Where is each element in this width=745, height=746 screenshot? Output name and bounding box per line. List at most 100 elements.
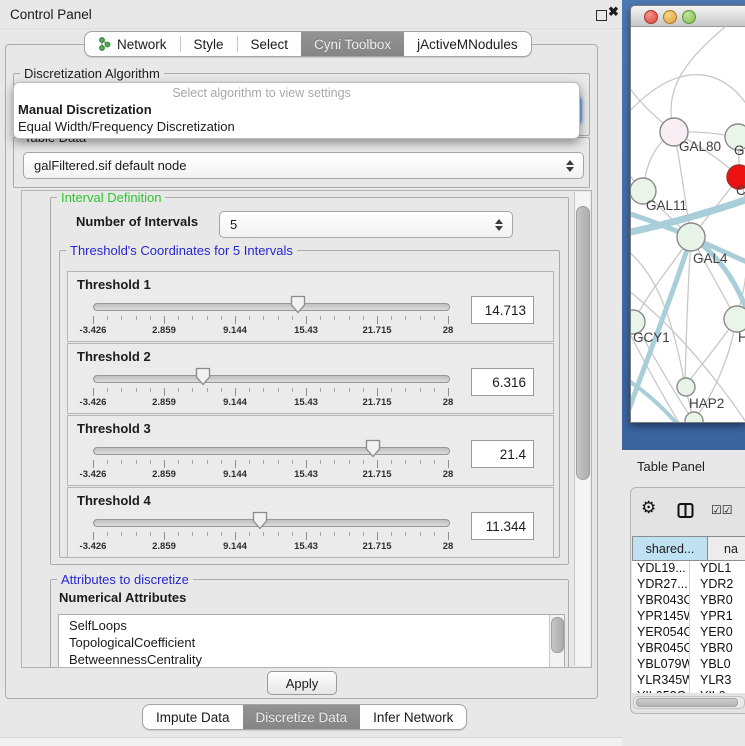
- settings-scrollbar-thumb[interactable]: [576, 206, 590, 480]
- network-node-label: HAP2: [689, 396, 724, 411]
- slider-thumb[interactable]: [290, 295, 306, 314]
- slider-tick: [164, 532, 165, 540]
- tab-jactivemnodules[interactable]: jActiveMNodules: [404, 32, 531, 56]
- slider-tick: [235, 388, 236, 396]
- network-node[interactable]: [685, 412, 703, 422]
- slider-track[interactable]: [93, 303, 450, 311]
- tick-label: 28: [443, 325, 454, 336]
- cell-name: YBR0: [690, 593, 745, 609]
- slider-track[interactable]: [93, 375, 450, 383]
- algorithm-option-manual[interactable]: Manual Discretization: [17, 102, 576, 118]
- tab-label: Impute Data: [156, 710, 230, 725]
- tab-infer-network[interactable]: Infer Network: [360, 705, 466, 729]
- tab-select[interactable]: Select: [238, 32, 302, 56]
- columns-icon[interactable]: [677, 502, 694, 524]
- zoom-traffic-light-icon[interactable]: [682, 10, 696, 24]
- slider-thumb[interactable]: [252, 511, 268, 530]
- table-scrollbar-thumb[interactable]: [636, 698, 738, 707]
- slider-tick: [420, 532, 421, 536]
- threshold-2-panel: Threshold 2-3.4262.8599.14415.4321.71528…: [67, 343, 554, 414]
- tick-label: 21.715: [362, 325, 391, 336]
- cell-name: YBR0: [690, 641, 745, 657]
- tick-label: 28: [443, 397, 454, 408]
- threshold-value-field[interactable]: 21.4: [471, 440, 534, 468]
- network-edge: [631, 75, 745, 121]
- network-edge: [634, 237, 691, 321]
- table-row[interactable]: YER054CYER0: [632, 625, 745, 641]
- table-row[interactable]: YIL052CYIL0: [632, 689, 745, 693]
- tab-label: Style: [194, 37, 224, 52]
- table-row[interactable]: YPR145WYPR1: [632, 609, 745, 625]
- slider-tick: [391, 388, 392, 392]
- threshold-value-field[interactable]: 11.344: [471, 512, 534, 540]
- tab-discretize-data[interactable]: Discretize Data: [243, 705, 361, 729]
- network-canvas[interactable]: GAL80GCGAL11GAL4GCY1HHAP2: [631, 26, 745, 422]
- tab-style[interactable]: Style: [181, 32, 237, 56]
- slider-tick: [221, 388, 222, 392]
- number-of-intervals-spinner[interactable]: 5: [219, 211, 513, 238]
- minimize-traffic-light-icon[interactable]: [663, 10, 677, 24]
- table-row[interactable]: YDR27...YDR2: [632, 577, 745, 593]
- attribute-list-item[interactable]: BetweennessCentrality: [59, 651, 550, 668]
- tab-cyni-toolbox[interactable]: Cyni Toolbox: [301, 32, 404, 56]
- slider-track[interactable]: [93, 519, 450, 527]
- slider-tick: [363, 460, 364, 464]
- spinner-stepper-icon[interactable]: [495, 219, 503, 231]
- table-data-combobox[interactable]: galFiltered.sif default node: [23, 152, 584, 179]
- slider-tick: [93, 532, 94, 540]
- network-node-label: GAL4: [693, 251, 728, 266]
- slider-tick: [207, 316, 208, 320]
- table-row[interactable]: YBR045CYBR0: [632, 641, 745, 657]
- float-window-icon[interactable]: [596, 10, 607, 21]
- algorithm-option-equal-width[interactable]: Equal Width/Frequency Discretization: [17, 119, 576, 135]
- table-row[interactable]: YDL19...YDL1: [632, 561, 745, 577]
- bottom-tab-bar: Impute Data Discretize DataInfer Network: [142, 704, 467, 730]
- column-header-name[interactable]: na: [708, 536, 745, 561]
- cell-shared-name: YDR27...: [632, 577, 690, 593]
- column-header-shared-name[interactable]: shared...: [632, 536, 708, 561]
- list-scrollbar[interactable]: [549, 615, 564, 668]
- apply-button[interactable]: Apply: [267, 671, 337, 695]
- slider-tick: [93, 388, 94, 396]
- slider-tick: [306, 316, 307, 324]
- slider-thumb[interactable]: [195, 367, 211, 386]
- network-node-hap2[interactable]: [677, 378, 695, 396]
- tick-label: -3.426: [80, 397, 107, 408]
- gear-icon[interactable]: ⚙: [641, 499, 656, 516]
- table-row[interactable]: YBR043CYBR0: [632, 593, 745, 609]
- table-horizontal-scrollbar[interactable]: [633, 696, 745, 709]
- slider-track[interactable]: [93, 447, 450, 455]
- list-scrollbar-thumb[interactable]: [551, 617, 564, 653]
- network-node-h[interactable]: [724, 306, 745, 332]
- network-node-label: H: [738, 330, 745, 345]
- network-node-gal4[interactable]: [677, 223, 705, 251]
- settings-scrollbar[interactable]: [574, 192, 590, 666]
- slider-tick: [263, 460, 264, 464]
- table-row[interactable]: YBL079WYBL0: [632, 657, 745, 673]
- network-window-titlebar[interactable]: [631, 6, 745, 27]
- tab-impute-data[interactable]: Impute Data: [143, 705, 243, 729]
- tab-label: Cyni Toolbox: [314, 37, 391, 52]
- tick-label: 2.859: [152, 541, 176, 552]
- table-row[interactable]: YLR345WYLR3: [632, 673, 745, 689]
- attribute-list-item[interactable]: TopologicalCoefficient: [59, 634, 550, 651]
- close-icon[interactable]: ✖: [608, 4, 619, 20]
- tab-network[interactable]: Network: [85, 32, 180, 56]
- attribute-list-item[interactable]: SelfLoops: [59, 617, 550, 634]
- popup-placeholder-text: Select algorithm to view settings: [14, 86, 509, 100]
- threshold-value-field[interactable]: 14.713: [471, 296, 534, 324]
- checkbox-pair-icon[interactable]: ☑☑: [711, 503, 733, 517]
- combobox-stepper-icon[interactable]: [566, 160, 574, 172]
- threshold-1-panel: Threshold 1-3.4262.8599.14415.4321.71528…: [67, 271, 554, 342]
- cell-name: YPR1: [690, 609, 745, 625]
- network-node-label: GAL11: [646, 198, 687, 213]
- slider-tick: [192, 532, 193, 536]
- slider-thumb[interactable]: [365, 439, 381, 458]
- threshold-label: Threshold 1: [77, 277, 151, 292]
- slider-tick: [249, 388, 250, 392]
- close-traffic-light-icon[interactable]: [644, 10, 658, 24]
- slider-tick: [221, 316, 222, 320]
- threshold-value-field[interactable]: 6.316: [471, 368, 534, 396]
- slider-tick: [334, 532, 335, 536]
- slider-tick: [334, 388, 335, 392]
